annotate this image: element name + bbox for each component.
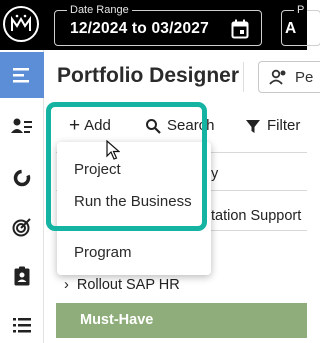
group-row-label: Must-Have — [80, 312, 154, 328]
secondary-filter-legend: P — [294, 3, 308, 17]
table-row[interactable]: › Rollout SAP HR — [64, 277, 180, 293]
grid-header-partial: y — [211, 166, 219, 182]
secondary-filter-value: A — [285, 20, 297, 37]
date-range-value: 12/2024 to 03/2027 — [70, 20, 209, 37]
top-bar: Date Range 12/2024 to 03/2027 P A — [0, 0, 320, 50]
left-rail — [0, 50, 44, 343]
people-icon — [269, 69, 286, 85]
mouse-cursor-icon — [106, 140, 120, 160]
calendar-icon[interactable] — [231, 19, 249, 39]
header-divider — [243, 62, 244, 92]
rail-item-menu[interactable] — [0, 52, 44, 98]
secondary-filter-field[interactable]: P A — [281, 3, 320, 46]
people-button[interactable]: Pe — [258, 61, 320, 93]
rail-item-cycle[interactable] — [0, 155, 44, 201]
table-row-partial[interactable]: tation Support — [211, 208, 301, 224]
list-icon — [13, 318, 31, 333]
table-row-label: Rollout SAP HR — [76, 277, 180, 293]
users-list-icon — [11, 118, 32, 133]
clipboard-user-icon — [14, 266, 30, 286]
people-button-label: Pe — [295, 69, 314, 86]
group-row[interactable]: Must-Have — [56, 303, 307, 338]
rail-item-clipboard[interactable] — [0, 253, 44, 299]
target-icon — [12, 218, 31, 237]
rail-item-users[interactable] — [0, 103, 44, 149]
filter-button-label: Filter — [267, 117, 301, 134]
cycle-icon — [13, 169, 31, 187]
menu-icon — [13, 68, 29, 83]
app-logo[interactable] — [3, 6, 39, 42]
rail-item-list[interactable] — [0, 302, 44, 343]
rail-item-target[interactable] — [0, 204, 44, 250]
date-range-legend: Date Range — [67, 3, 132, 17]
expand-chevron-icon[interactable]: › — [64, 277, 69, 293]
page-title: Portfolio Designer — [57, 64, 240, 87]
menu-item-program[interactable]: Program — [74, 244, 132, 261]
date-range-field[interactable]: Date Range 12/2024 to 03/2027 — [54, 3, 262, 46]
app-root: Date Range 12/2024 to 03/2027 P A Portfo… — [0, 0, 320, 343]
filter-button[interactable]: Filter — [245, 117, 300, 134]
filter-icon — [246, 119, 260, 133]
logo-icon — [11, 14, 31, 31]
highlight-frame — [46, 102, 207, 231]
